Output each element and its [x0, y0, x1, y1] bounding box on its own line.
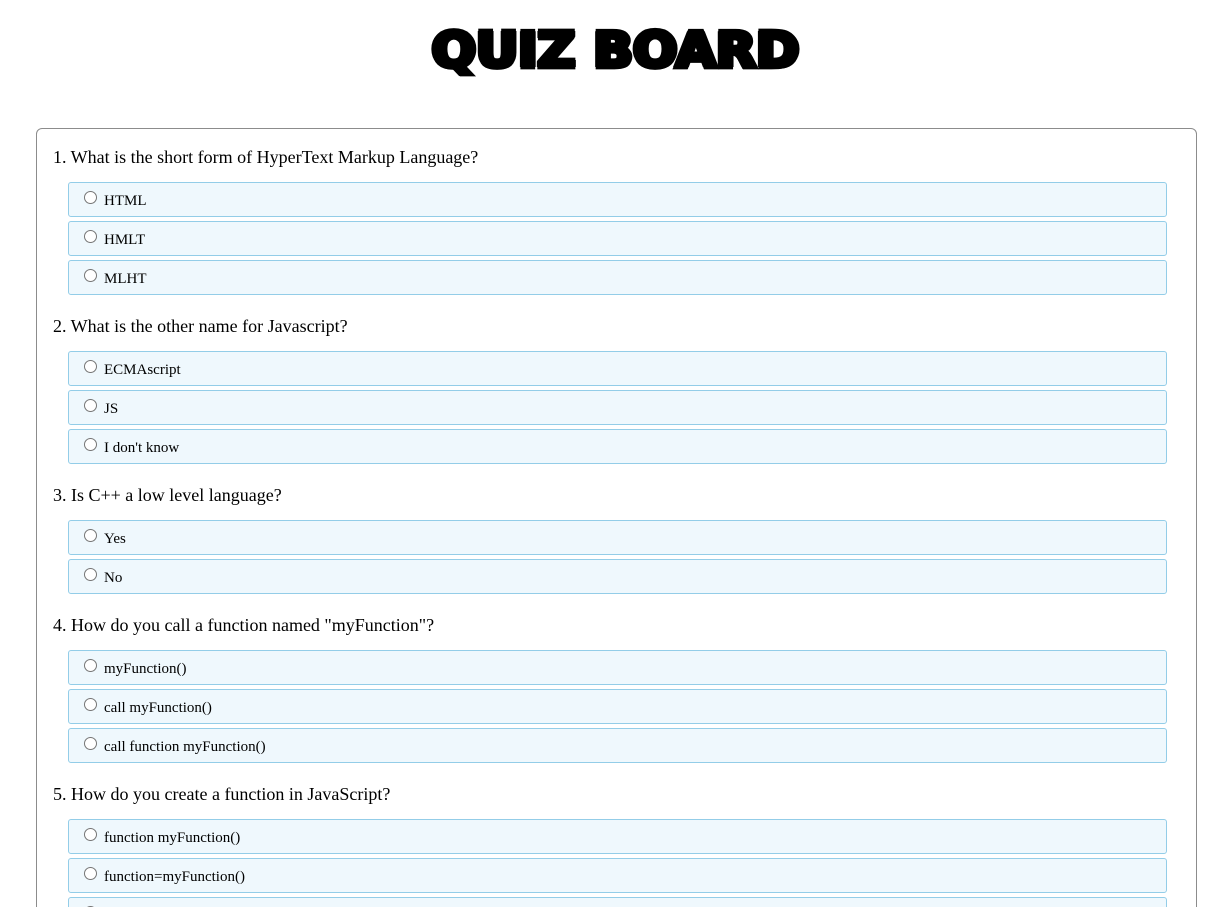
question-5: 5. How do you create a function in JavaS… [53, 784, 1153, 804]
option-function-myfunction[interactable]: function myFunction() [68, 819, 1167, 854]
radio-button[interactable] [84, 698, 97, 711]
option-label: function myFunction() [104, 830, 241, 846]
option-mlht[interactable]: MLHT [68, 260, 1167, 295]
radio-button[interactable] [84, 438, 97, 451]
question-title: 4. How do you call a function named "myF… [53, 615, 435, 635]
question-1: 1. What is the short form of HyperText M… [53, 147, 1153, 167]
radio-button[interactable] [84, 828, 97, 841]
option-label: call myFunction() [104, 700, 212, 716]
option-label: HMLT [104, 232, 146, 248]
quiz-form: 1. What is the short form of HyperText M… [36, 128, 1197, 907]
option-label: call function myFunction() [104, 739, 266, 755]
radio-button[interactable] [84, 529, 97, 542]
radio-button[interactable] [84, 230, 97, 243]
radio-button[interactable] [84, 867, 97, 880]
option-label: function=myFunction() [104, 869, 245, 885]
option-label: myFunction() [104, 661, 187, 677]
option-ecmascript[interactable]: ECMAscript [68, 351, 1167, 386]
option-label: Yes [104, 531, 126, 547]
radio-button[interactable] [84, 191, 97, 204]
option-myfunction[interactable]: myFunction() [68, 650, 1167, 685]
option-label: MLHT [104, 271, 147, 287]
option-call-function-myfunction[interactable]: call function myFunction() [68, 728, 1167, 763]
option-label: No [104, 570, 123, 586]
option-cut-off[interactable] [68, 897, 1167, 907]
question-title: 2. What is the other name for Javascript… [53, 316, 348, 336]
radio-button[interactable] [84, 269, 97, 282]
page-header: QUIZ BOARD [0, 0, 1231, 128]
radio-button[interactable] [84, 568, 97, 581]
option-no[interactable]: No [68, 559, 1167, 594]
option-label: HTML [104, 193, 147, 209]
option-label: ECMAscript [104, 362, 181, 378]
option-label: I don't know [104, 440, 180, 456]
question-2: 2. What is the other name for Javascript… [53, 316, 1153, 336]
question-4: 4. How do you call a function named "myF… [53, 615, 1153, 635]
option-call-myfunction[interactable]: call myFunction() [68, 689, 1167, 724]
radio-button[interactable] [84, 737, 97, 750]
quiz-board-logo: QUIZ BOARD [429, 20, 801, 82]
radio-button[interactable] [84, 360, 97, 373]
option-yes[interactable]: Yes [68, 520, 1167, 555]
option-html[interactable]: HTML [68, 182, 1167, 217]
option-label: JS [104, 401, 119, 417]
question-3: 3. Is C++ a low level language? [53, 485, 1153, 505]
question-title: 3. Is C++ a low level language? [53, 485, 282, 505]
option-dont-know[interactable]: I don't know [68, 429, 1167, 464]
option-hmlt[interactable]: HMLT [68, 221, 1167, 256]
option-js[interactable]: JS [68, 390, 1167, 425]
question-title: 5. How do you create a function in JavaS… [53, 784, 391, 804]
radio-button[interactable] [84, 399, 97, 412]
radio-button[interactable] [84, 659, 97, 672]
question-title: 1. What is the short form of HyperText M… [53, 147, 479, 167]
option-function-equals-myfunction[interactable]: function=myFunction() [68, 858, 1167, 893]
